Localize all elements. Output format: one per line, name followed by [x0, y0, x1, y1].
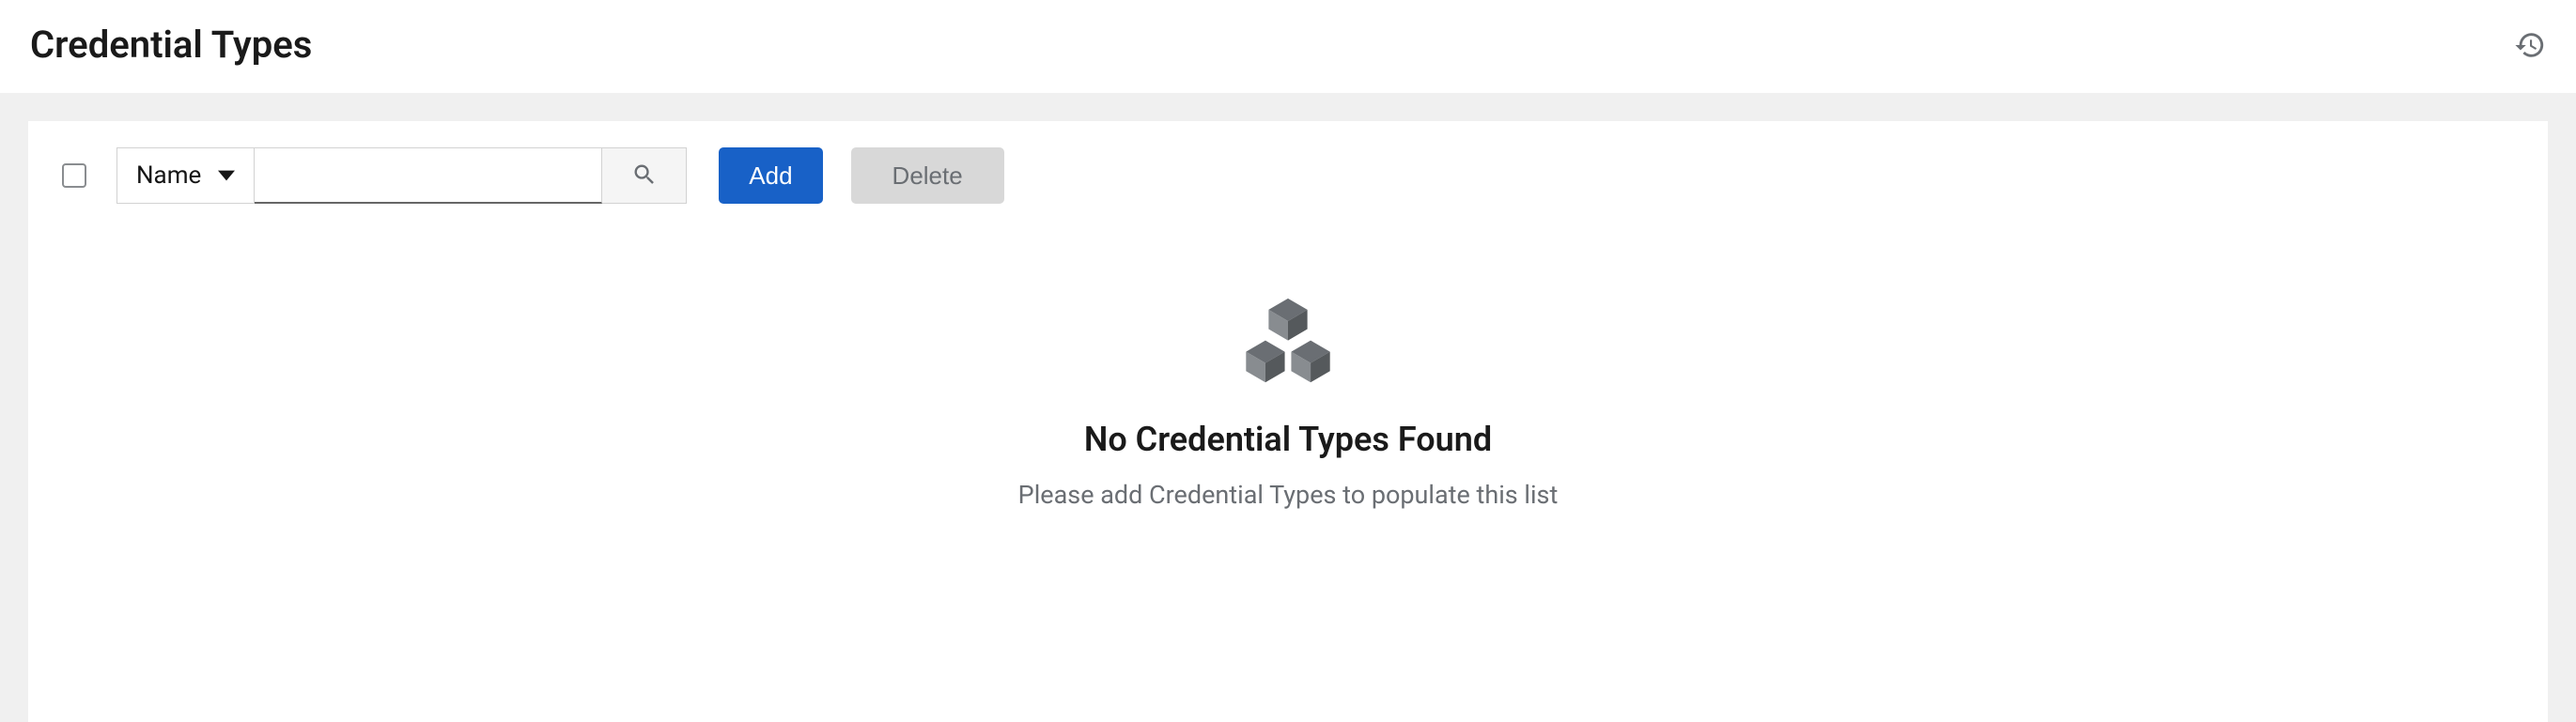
search-icon [631, 161, 658, 191]
select-all-checkbox[interactable] [62, 163, 86, 188]
cubes-icon [1236, 298, 1340, 393]
search-button[interactable] [602, 147, 687, 204]
filter-field-label: Name [136, 161, 201, 190]
content-background: Name Add Delete [0, 93, 2576, 722]
content-card: Name Add Delete [28, 121, 2548, 722]
history-icon[interactable] [2514, 29, 2546, 61]
toolbar: Name Add Delete [54, 147, 2522, 204]
empty-state-title: No Credential Types Found [54, 420, 2522, 459]
search-input[interactable] [255, 147, 602, 204]
empty-state-description: Please add Credential Types to populate … [54, 480, 2522, 510]
page-title: Credential Types [30, 23, 312, 67]
add-button[interactable]: Add [719, 147, 822, 204]
page-header: Credential Types [0, 0, 2576, 93]
delete-button: Delete [851, 147, 1004, 204]
select-all-wrap [54, 163, 94, 188]
caret-down-icon [218, 167, 235, 184]
filter-field-dropdown[interactable]: Name [116, 147, 255, 204]
empty-state: No Credential Types Found Please add Cre… [54, 298, 2522, 510]
